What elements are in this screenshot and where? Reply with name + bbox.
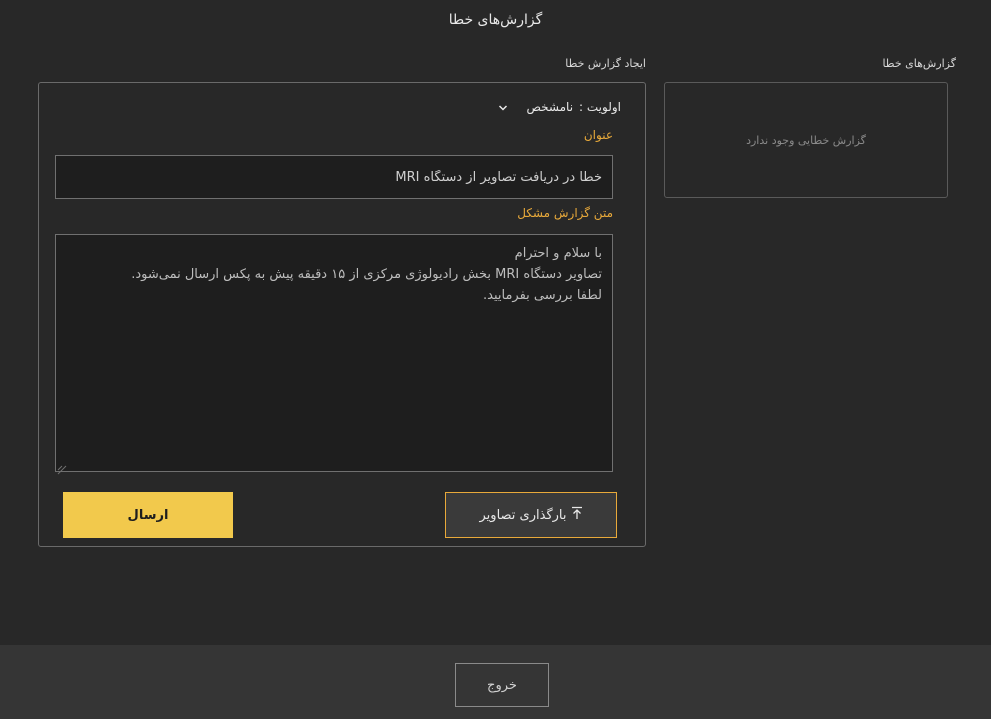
exit-button[interactable]: خروج <box>455 663 549 707</box>
empty-reports-text: گزارش خطایی وجود ندارد <box>746 133 866 147</box>
priority-dropdown[interactable]: اولویت : نامشخص <box>498 100 621 114</box>
priority-label: اولویت : <box>579 100 621 114</box>
create-report-panel: اولویت : نامشخص عنوان متن گزارش مشکل با … <box>38 82 646 547</box>
page-title: گزارش‌های خطا <box>448 12 543 28</box>
resize-grip-icon[interactable] <box>57 460 67 475</box>
reports-section-label: گزارش‌های خطا <box>882 57 956 70</box>
reports-panel: گزارش خطایی وجود ندارد <box>664 82 948 198</box>
report-body-textarea[interactable]: با سلام و احترام تصاویر دستگاه MRI بخش ر… <box>55 234 613 472</box>
title-input[interactable] <box>55 155 613 199</box>
chevron-down-icon <box>498 102 508 112</box>
priority-value: نامشخص <box>526 100 574 114</box>
create-report-section-label: ایجاد گزارش خطا <box>565 57 646 70</box>
title-field-label: عنوان <box>583 128 613 142</box>
upload-images-label: بارگذاری تصاویر <box>479 507 567 523</box>
upload-images-button[interactable]: بارگذاری تصاویر <box>445 492 617 538</box>
upload-icon <box>571 506 583 524</box>
body-field-label: متن گزارش مشکل <box>517 206 613 220</box>
send-button[interactable]: ارسال <box>63 492 233 538</box>
footer-bar: خروج <box>0 645 991 719</box>
